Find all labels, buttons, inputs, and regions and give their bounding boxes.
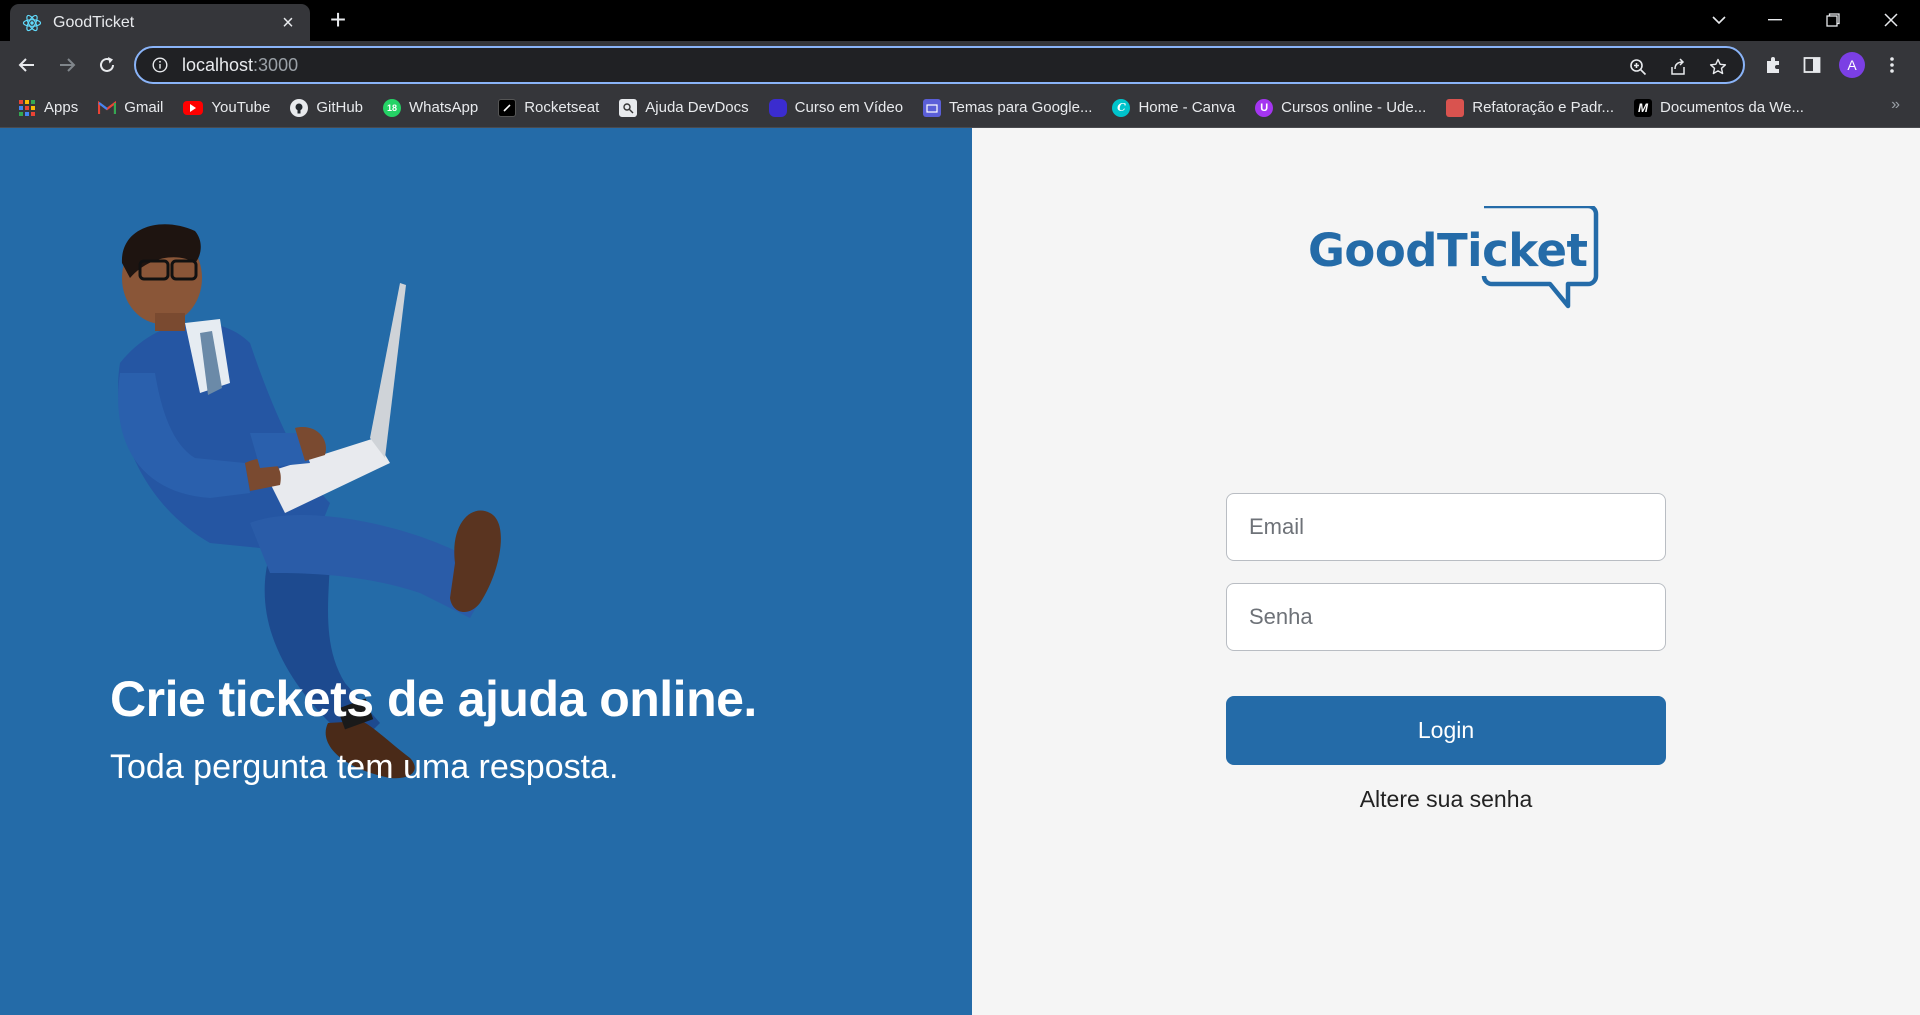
more-bookmarks-icon[interactable]: » bbox=[1891, 96, 1900, 114]
bookmark-apps[interactable]: Apps bbox=[18, 93, 78, 123]
whatsapp-icon: 18 bbox=[383, 98, 402, 117]
minimize-button[interactable] bbox=[1750, 4, 1800, 36]
mdn-icon: M bbox=[1634, 98, 1653, 117]
bookmark-udemy[interactable]: U Cursos online - Ude... bbox=[1255, 93, 1426, 123]
reload-button[interactable] bbox=[92, 50, 122, 80]
restore-button[interactable] bbox=[1808, 4, 1858, 36]
tab-search-icon[interactable] bbox=[1694, 4, 1744, 36]
bookmark-rocketseat[interactable]: Rocketseat bbox=[498, 93, 599, 123]
zoom-icon[interactable] bbox=[1625, 54, 1651, 80]
udemy-icon: U bbox=[1255, 98, 1274, 117]
forward-button[interactable] bbox=[52, 50, 82, 80]
canva-icon: C bbox=[1112, 98, 1131, 117]
bookmark-youtube[interactable]: YouTube bbox=[183, 93, 270, 123]
hero-headline: Crie tickets de ajuda online. bbox=[110, 671, 757, 727]
change-password-link[interactable]: Altere sua senha bbox=[1226, 786, 1666, 813]
active-tab[interactable]: GoodTicket × bbox=[10, 4, 310, 41]
refactoring-icon bbox=[1446, 98, 1465, 117]
rocketseat-icon bbox=[498, 98, 517, 117]
browser-toolbar: localhost:3000 A bbox=[0, 41, 1920, 88]
login-button[interactable]: Login bbox=[1226, 696, 1666, 765]
url-host: localhost bbox=[182, 54, 254, 75]
bookmark-canva[interactable]: C Home - Canva bbox=[1112, 93, 1235, 123]
tab-title: GoodTicket bbox=[53, 13, 135, 31]
email-field[interactable] bbox=[1226, 493, 1666, 561]
bookmark-themes[interactable]: Temas para Google... bbox=[923, 93, 1092, 123]
bookmark-mdn[interactable]: M Documentos da We... bbox=[1634, 93, 1804, 123]
cursoemvideo-icon bbox=[768, 98, 787, 117]
more-menu-icon[interactable] bbox=[1877, 50, 1907, 80]
close-tab-icon[interactable]: × bbox=[278, 13, 298, 33]
bookmarks-bar: Apps Gmail YouTube GitHub 18 WhatsApp Ro… bbox=[0, 88, 1920, 128]
tab-strip: GoodTicket × + bbox=[0, 0, 1920, 41]
url-port: :3000 bbox=[253, 54, 299, 75]
bookmark-whatsapp[interactable]: 18 WhatsApp bbox=[383, 93, 478, 123]
hero-subline: Toda pergunta tem uma resposta. bbox=[110, 748, 619, 786]
logo-text: GoodTicket bbox=[1308, 224, 1588, 277]
back-button[interactable] bbox=[12, 50, 42, 80]
github-icon bbox=[290, 98, 309, 117]
bookmark-star-icon[interactable] bbox=[1705, 54, 1731, 80]
profile-avatar[interactable]: A bbox=[1837, 50, 1867, 80]
devdocs-icon bbox=[619, 98, 638, 117]
bookmark-devdocs[interactable]: Ajuda DevDocs bbox=[619, 93, 749, 123]
youtube-icon bbox=[183, 100, 204, 115]
bookmark-github[interactable]: GitHub bbox=[290, 93, 363, 123]
react-favicon-icon bbox=[22, 13, 42, 33]
themes-icon bbox=[923, 98, 942, 117]
side-panel-icon[interactable] bbox=[1797, 50, 1827, 80]
site-info-icon[interactable] bbox=[150, 55, 170, 75]
apps-grid-icon bbox=[18, 99, 36, 117]
close-window-button[interactable] bbox=[1866, 4, 1916, 36]
gmail-icon bbox=[98, 99, 117, 117]
address-bar[interactable]: localhost:3000 bbox=[134, 46, 1745, 84]
share-icon[interactable] bbox=[1665, 54, 1691, 80]
bookmark-refactoring[interactable]: Refatoração e Padr... bbox=[1446, 93, 1614, 123]
extensions-icon[interactable] bbox=[1758, 50, 1788, 80]
new-tab-button[interactable]: + bbox=[325, 6, 351, 34]
password-field[interactable] bbox=[1226, 583, 1666, 651]
bookmark-gmail[interactable]: Gmail bbox=[98, 93, 163, 123]
bookmark-cursoemvideo[interactable]: Curso em Vídeo bbox=[768, 93, 903, 123]
